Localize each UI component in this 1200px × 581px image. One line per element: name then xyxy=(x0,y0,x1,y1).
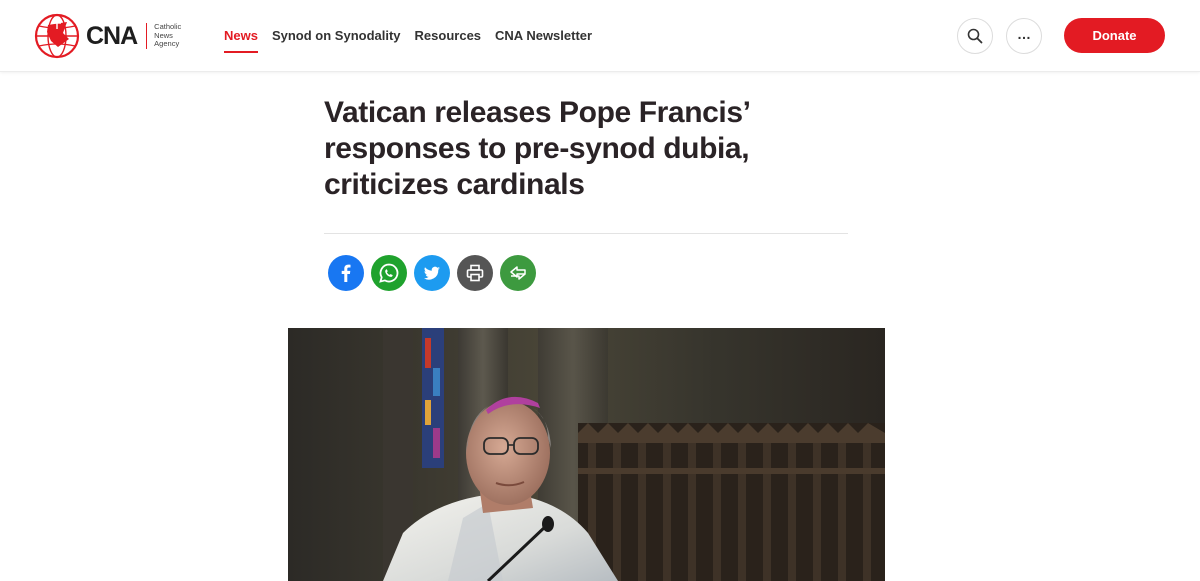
article-hero-image xyxy=(288,328,885,581)
site-header: CNA Catholic News Agency News Synod on S… xyxy=(0,0,1200,72)
search-icon xyxy=(967,28,983,44)
nav-item-newsletter[interactable]: CNA Newsletter xyxy=(495,20,592,51)
twitter-icon xyxy=(424,266,440,280)
share-bar xyxy=(328,255,543,291)
facebook-icon xyxy=(341,264,351,282)
whatsapp-share-button[interactable] xyxy=(371,255,407,291)
print-button[interactable] xyxy=(457,255,493,291)
logo-wordmark: CNA xyxy=(86,21,138,50)
headline-divider xyxy=(324,233,848,234)
globe-logo-icon xyxy=(34,13,80,59)
main-nav: News Synod on Synodality Resources CNA N… xyxy=(224,0,606,71)
article-headline: Vatican releases Pope Francis’ responses… xyxy=(324,96,750,201)
logo-divider xyxy=(146,23,148,49)
logo-subtitle: Catholic News Agency xyxy=(154,23,181,49)
more-share-button[interactable] xyxy=(500,255,536,291)
nav-item-synod[interactable]: Synod on Synodality xyxy=(272,20,401,51)
more-dots-icon: … xyxy=(1017,26,1031,42)
print-icon xyxy=(466,264,484,282)
share-more-icon xyxy=(510,266,526,280)
whatsapp-icon xyxy=(379,263,399,283)
logo-subtitle-line: Agency xyxy=(154,39,180,49)
cna-logo[interactable]: CNA Catholic News Agency xyxy=(34,13,181,59)
twitter-share-button[interactable] xyxy=(414,255,450,291)
facebook-share-button[interactable] xyxy=(328,255,364,291)
search-button[interactable] xyxy=(957,18,993,54)
nav-item-resources[interactable]: Resources xyxy=(415,20,481,51)
donate-button[interactable]: Donate xyxy=(1064,18,1165,53)
more-menu-button[interactable]: … xyxy=(1006,18,1042,54)
nav-item-news[interactable]: News xyxy=(224,20,258,53)
hero-photo xyxy=(288,328,885,581)
